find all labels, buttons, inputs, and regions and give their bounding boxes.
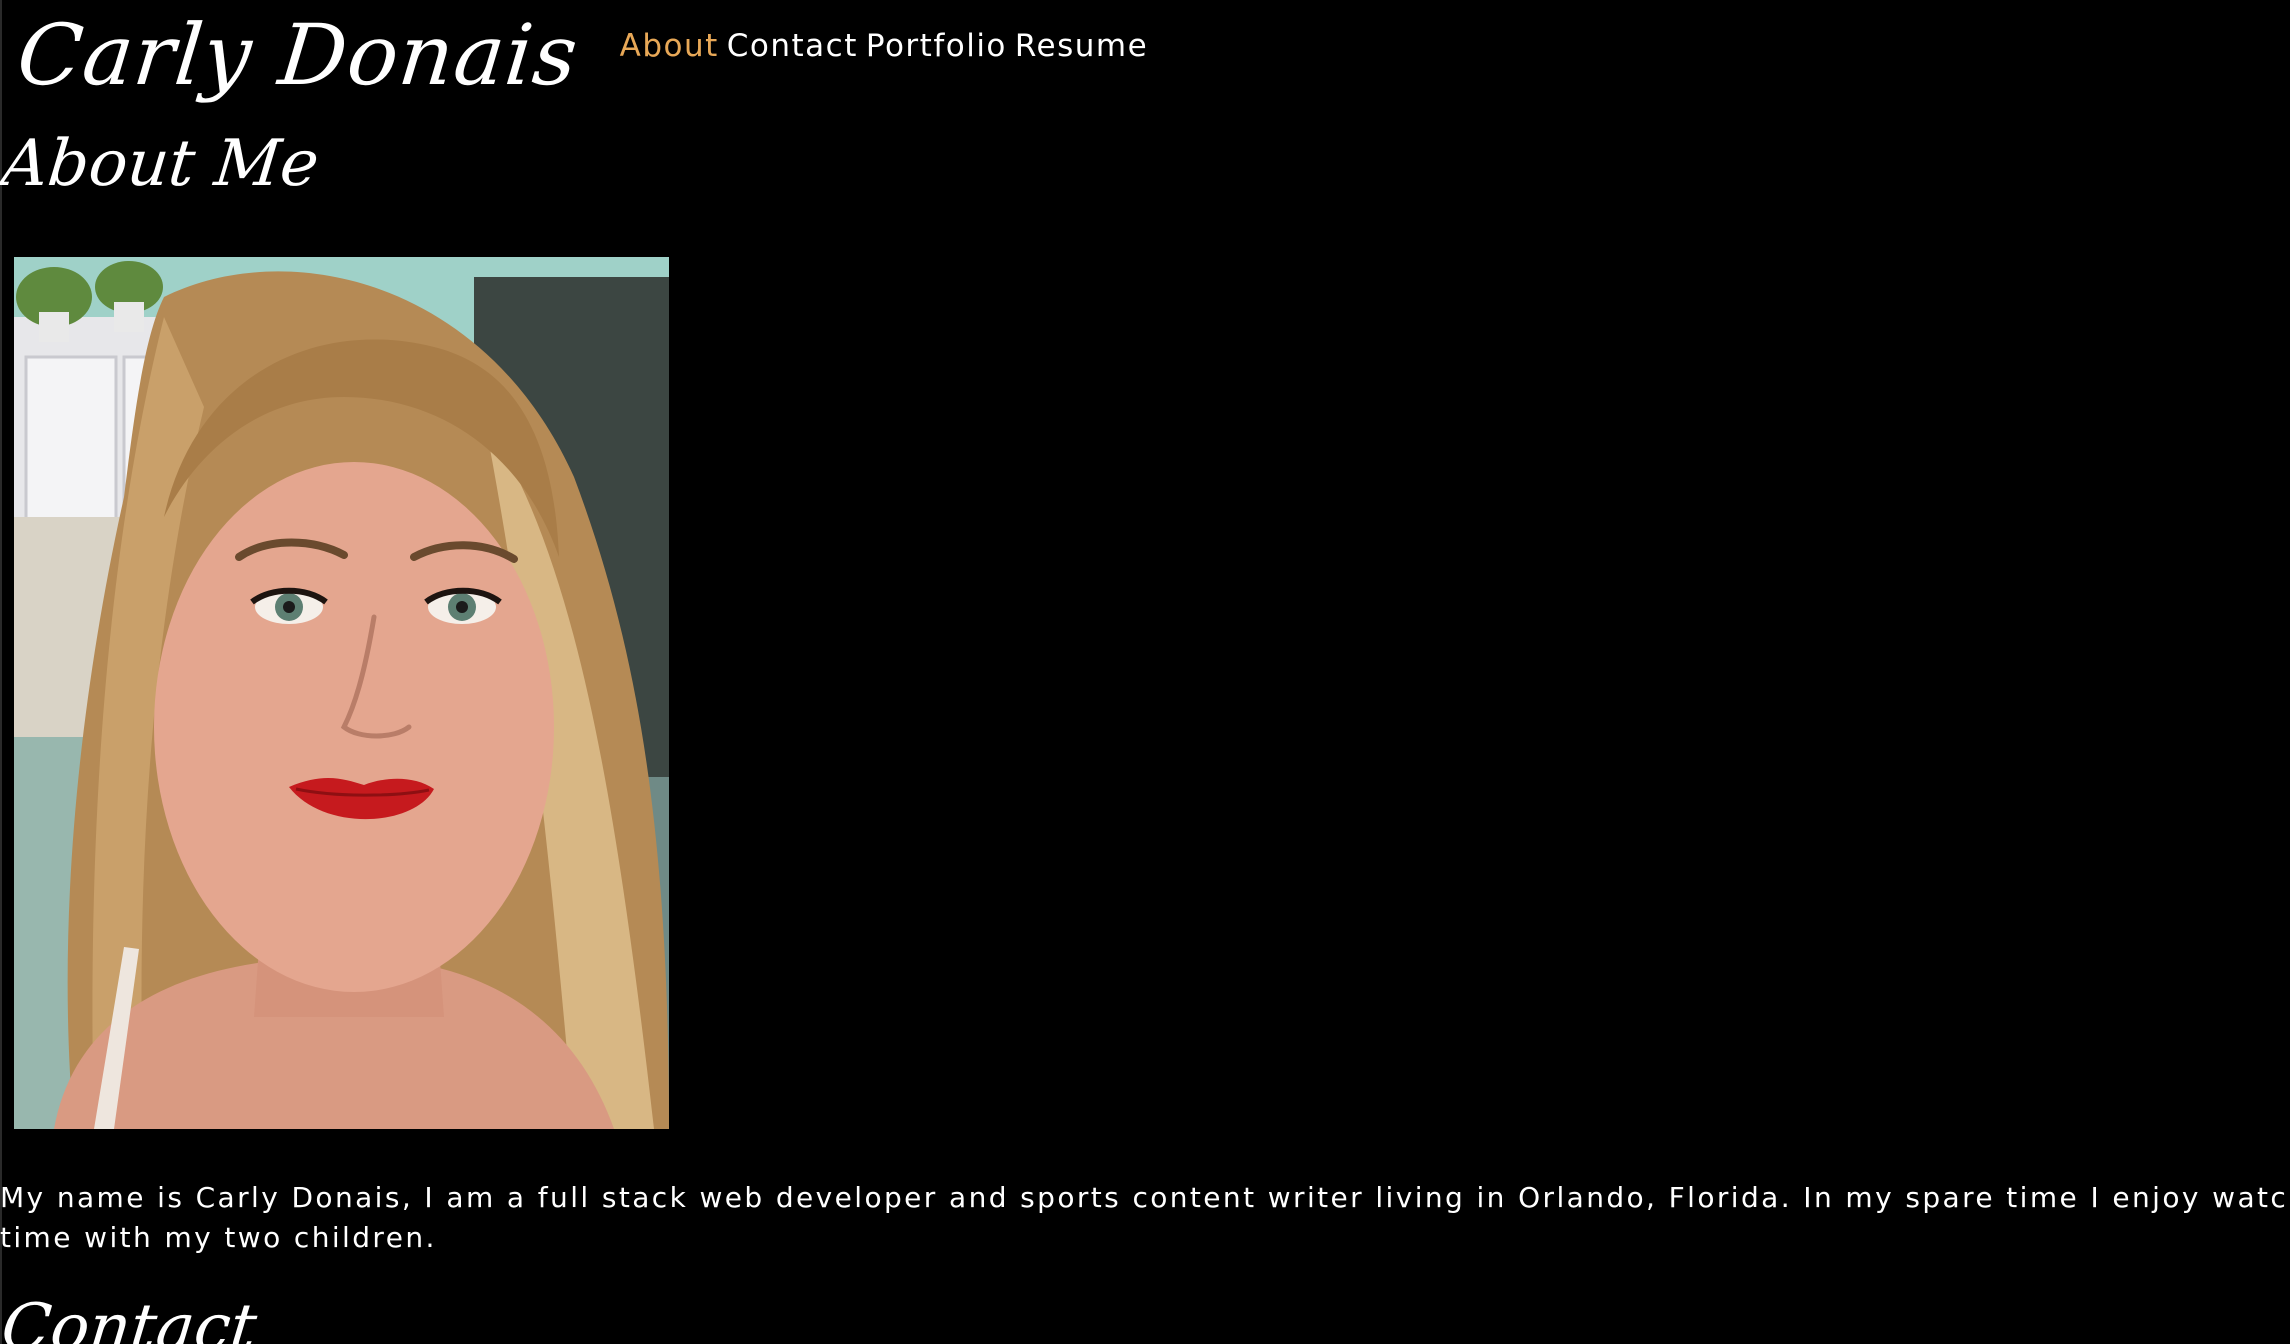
page-left-border: [0, 0, 2, 1344]
main-nav: About Contact Portfolio Resume: [620, 28, 1149, 64]
about-bio-line-2: time with my two children.: [0, 1221, 437, 1254]
profile-photo: [14, 257, 669, 1129]
about-bio-line-1: My name is Carly Donais, I am a full sta…: [0, 1181, 2290, 1214]
site-header: Carly Donais About Contact Portfolio Res…: [13, 0, 1149, 110]
nav-link-contact[interactable]: Contact: [727, 28, 858, 64]
about-bio: My name is Carly Donais, I am a full sta…: [0, 1178, 2290, 1258]
nav-link-portfolio[interactable]: Portfolio: [866, 28, 1007, 64]
nav-link-about[interactable]: About: [620, 28, 719, 64]
site-name: Carly Donais: [12, 6, 583, 104]
about-heading: About Me: [0, 127, 323, 201]
contact-heading: Contact: [0, 1291, 261, 1344]
nav-link-resume[interactable]: Resume: [1015, 28, 1148, 64]
profile-photo-illustration: [14, 257, 669, 1129]
